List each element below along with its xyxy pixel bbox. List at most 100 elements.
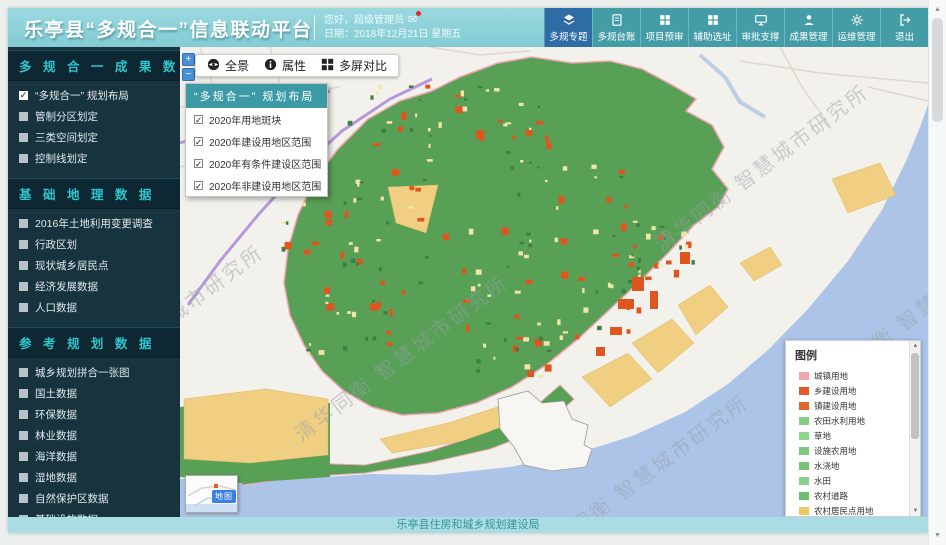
attribute-icon	[264, 58, 277, 74]
checkbox-icon[interactable]	[19, 261, 28, 270]
legend-items: 城镇用地乡建设用地镇建设用地农田水利用地草地设施农用地水浇地水田农村道路农村居民…	[786, 368, 920, 517]
sidebar-layer-item[interactable]: 管制分区划定	[8, 106, 180, 127]
layer-panel-item[interactable]: ✓ 2020年用地斑块	[186, 108, 327, 130]
nav-item-1[interactable]: 多规台账	[592, 8, 640, 47]
layer-label: 湿地数据	[35, 470, 77, 485]
nav-item-label: 项目预审	[645, 29, 683, 43]
tool-label: 多屏对比	[339, 57, 387, 74]
overview-inset-map[interactable]: 地图	[185, 475, 238, 513]
legend-item: 农村道路	[786, 488, 920, 503]
checkbox-icon[interactable]: ✓	[19, 91, 28, 100]
nav-item-6[interactable]: 运维管理	[832, 8, 880, 47]
sidebar-layer-item[interactable]: 湿地数据	[8, 467, 180, 488]
sidebar-layer-item[interactable]: 现状城乡居民点	[8, 255, 180, 276]
page-title: 乐亭县“多规合一”信息联动平台	[24, 15, 313, 42]
legend-swatch	[799, 492, 809, 500]
legend-swatch	[799, 387, 809, 395]
sidebar-layer-item[interactable]: 海洋数据	[8, 446, 180, 467]
checkbox-icon[interactable]: ✓	[194, 181, 203, 190]
sidebar-layer-item[interactable]: 基础设施数据	[8, 509, 180, 517]
legend-item: 农田水利用地	[786, 413, 920, 428]
checkbox-icon[interactable]	[19, 303, 28, 312]
layer-panel-item[interactable]: ✓ 2020年有条件建设区范围	[186, 152, 327, 174]
map-tool-multiscreen[interactable]: 多屏对比	[321, 57, 387, 74]
nav-item-7[interactable]: 退出	[880, 8, 928, 47]
checkbox-icon[interactable]: ✓	[194, 115, 203, 124]
layer-label: 现状城乡居民点	[35, 258, 109, 273]
sidebar-layer-item[interactable]: 城乡规划拼合一张图	[8, 362, 180, 383]
scroll-up-icon[interactable]: ▲	[910, 343, 921, 349]
legend-swatch	[799, 417, 809, 425]
map-tool-attribute[interactable]: 属性	[264, 57, 306, 74]
sidebar-layer-item[interactable]: 人口数据	[8, 297, 180, 318]
nav-item-0[interactable]: 多规专题	[544, 8, 592, 47]
sidebar-layer-item[interactable]: 国土数据	[8, 383, 180, 404]
map-logo-badge: 地图	[212, 490, 236, 503]
layer-label: 2020年有条件建设区范围	[209, 156, 321, 171]
nav-item-label: 多规台账	[597, 29, 635, 43]
checkbox-icon[interactable]	[19, 494, 28, 503]
legend-label: 水浇地	[814, 460, 840, 472]
mail-icon[interactable]: ✉	[408, 13, 417, 27]
sidebar-layer-item[interactable]: 行政区划	[8, 234, 180, 255]
status-bar: 乐亭县住房和城乡规划建设局	[8, 517, 928, 533]
layer-panel-item[interactable]: ✓2020年非建设用地区范围	[186, 174, 327, 196]
checkbox-icon[interactable]: ✓	[194, 137, 203, 146]
map-tool-panorama[interactable]: 全景	[207, 57, 249, 74]
layer-label: 国土数据	[35, 386, 77, 401]
scroll-down-icon[interactable]: ▼	[910, 508, 921, 514]
sidebar-layer-item[interactable]: 控制线划定	[8, 148, 180, 169]
nav-item-4[interactable]: 审批支撑	[736, 8, 784, 47]
layer-label: 2020年用地斑块	[209, 112, 281, 127]
nav-item-3[interactable]: 辅助选址	[688, 8, 736, 47]
checkbox-icon[interactable]	[19, 410, 28, 419]
page-scrollbar[interactable]: ▲ ▼	[928, 0, 946, 545]
scrollbar-thumb[interactable]	[932, 18, 943, 122]
layer-panel: “多规合一” 规划布局 ✓2020年用地斑块✓2020年建设用地区范围✓2020…	[185, 83, 328, 197]
sidebar-layer-item[interactable]: 环保数据	[8, 404, 180, 425]
checkbox-icon[interactable]	[19, 133, 28, 142]
app-window: 乐亭县“多规合一”信息联动平台 您好，超级管理员✉ 日期：2018年12月21日…	[8, 8, 928, 533]
legend-label: 农村居民点用地	[814, 505, 874, 517]
nav-item-5[interactable]: 成果管理	[784, 8, 832, 47]
legend-item: 城镇用地	[786, 368, 920, 383]
checkbox-icon[interactable]	[19, 473, 28, 482]
grid-icon	[658, 13, 672, 27]
checkbox-icon[interactable]	[19, 368, 28, 377]
legend-swatch	[799, 432, 809, 440]
zoom-out-button[interactable]: −	[182, 68, 195, 81]
checkbox-icon[interactable]: ✓	[194, 159, 203, 168]
checkbox-icon[interactable]	[19, 389, 28, 398]
scrollbar-up-icon[interactable]: ▲	[929, 6, 946, 13]
sidebar-layer-item[interactable]: 2016年土地利用变更调查	[8, 213, 180, 234]
layer-label: 2016年土地利用变更调查	[35, 216, 153, 231]
legend-item: 农村居民点用地	[786, 503, 920, 517]
map-canvas[interactable]: + − 全景属性多屏对比 “多规合一” 规划布局 ✓2020年用地斑块✓2020…	[180, 47, 928, 517]
nav-item-2[interactable]: 项目预审	[640, 8, 688, 47]
sidebar-layer-item[interactable]: 自然保护区数据	[8, 488, 180, 509]
sidebar-layer-item[interactable]: ✓“多规合一” 规划布局	[8, 85, 180, 106]
legend-scroll-thumb[interactable]	[911, 353, 919, 439]
sidebar-layer-item[interactable]: 林业数据	[8, 425, 180, 446]
greeting-line: 您好，超级管理员✉	[324, 13, 461, 28]
checkbox-icon[interactable]	[19, 431, 28, 440]
nav-item-label: 运维管理	[837, 29, 875, 43]
multiscreen-icon	[321, 58, 334, 74]
checkbox-icon[interactable]	[19, 219, 28, 228]
legend-label: 草地	[814, 430, 831, 442]
map-zoom-control: + −	[182, 53, 195, 83]
nav-item-label: 退出	[895, 29, 914, 43]
checkbox-icon[interactable]	[19, 452, 28, 461]
checkbox-icon[interactable]	[19, 154, 28, 163]
zoom-in-button[interactable]: +	[182, 53, 195, 66]
sidebar-layer-item[interactable]: 三类空间划定	[8, 127, 180, 148]
tool-label: 属性	[282, 57, 306, 74]
checkbox-icon[interactable]	[19, 282, 28, 291]
legend-scrollbar[interactable]: ▲ ▼	[909, 341, 920, 516]
scrollbar-down-icon[interactable]: ▼	[929, 532, 946, 539]
checkbox-icon[interactable]	[19, 112, 28, 121]
layer-panel-item[interactable]: ✓2020年建设用地区范围	[186, 130, 327, 152]
checkbox-icon[interactable]	[19, 240, 28, 249]
sidebar-layer-item[interactable]: 经济发展数据	[8, 276, 180, 297]
legend-label: 镇建设用地	[814, 400, 857, 412]
